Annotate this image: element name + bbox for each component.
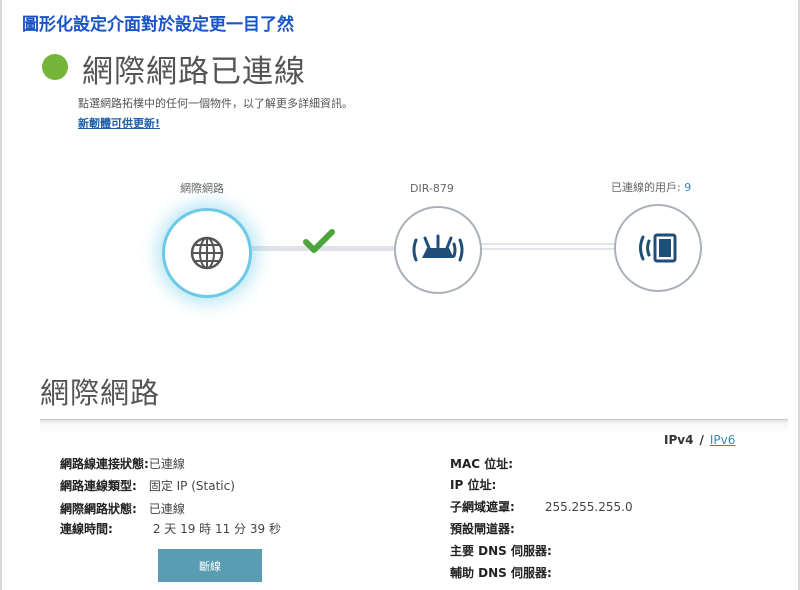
info-label: IP 位址: [450,478,497,492]
info-row-uptime: 連線時間: 2 天 19 時 11 分 39 秒 [60,520,281,537]
info-label: 預設閘道器: [450,522,515,536]
info-value: 2 天 19 時 11 分 39 秒 [152,522,281,536]
internet-node[interactable] [162,208,252,298]
info-value: 已連線 [148,457,185,471]
ip-version-selector: IPv4 / IPv6 [664,433,735,447]
info-value: 固定 IP (Static) [148,479,235,493]
info-label: MAC 位址: [450,457,514,471]
info-row-default-gateway: 預設閘道器: [450,520,515,537]
clients-label-text: 已連線的用戶: [611,181,681,194]
info-label: 網路線連接狀態: [60,457,149,471]
info-label: 主要 DNS 伺服器: [450,544,552,558]
info-label: 網際網路狀態: [60,502,137,516]
info-label: 子網域遮罩: [450,500,515,514]
info-row-subnet-mask: 子網域遮罩: 255.255.255.0 [450,498,633,515]
connection-status-dot [42,54,68,80]
page-subtitle: 點選網路拓樸中的任何一個物件，以了解更多詳細資訊。 [78,97,353,110]
connected-check-icon [303,228,335,258]
info-row-primary-dns: 主要 DNS 伺服器: [450,542,552,559]
internet-node-label: 網際網路 [180,182,224,195]
tablet-wireless-icon [639,233,677,263]
section-divider-shadow [40,420,788,434]
tab-ipv6[interactable]: IPv6 [710,433,736,447]
clients-node-label: 已連線的用戶: 9 [611,179,691,195]
clients-count: 9 [684,181,692,194]
info-label: 連線時間: [60,522,113,536]
disconnect-button[interactable]: 斷線 [158,549,262,582]
info-row-connection-type: 網路連線類型: 固定 IP (Static) [60,477,235,494]
router-icon [412,234,464,262]
router-clients-link-line [480,243,614,250]
router-node[interactable] [394,206,482,294]
info-label: 網路連線類型: [60,479,137,493]
image-caption: 圖形化設定介面對於設定更一目了然 [22,15,294,35]
router-node-label: DIR-879 [410,182,454,195]
frame-border-left [0,0,2,590]
section-title: 網際網路 [40,376,161,410]
info-row-internet-status: 網際網路狀態: 已連線 [60,500,185,517]
info-label: 輔助 DNS 伺服器: [450,566,552,580]
tab-ipv4[interactable]: IPv4 [664,433,693,447]
info-value: 255.255.255.0 [544,500,633,514]
info-row-ip: IP 位址: [450,476,496,493]
info-row-cable-status: 網路線連接狀態:已連線 [60,455,185,472]
info-row-secondary-dns: 輔助 DNS 伺服器: [450,564,552,581]
page-title: 網際網路已連線 [82,54,306,90]
clients-node[interactable] [614,204,702,292]
globe-icon [190,236,224,270]
ip-version-separator: / [699,433,704,447]
info-row-mac: MAC 位址: [450,455,513,472]
firmware-update-link[interactable]: 新韌體可供更新! [78,115,160,131]
info-value: 已連線 [148,502,185,516]
